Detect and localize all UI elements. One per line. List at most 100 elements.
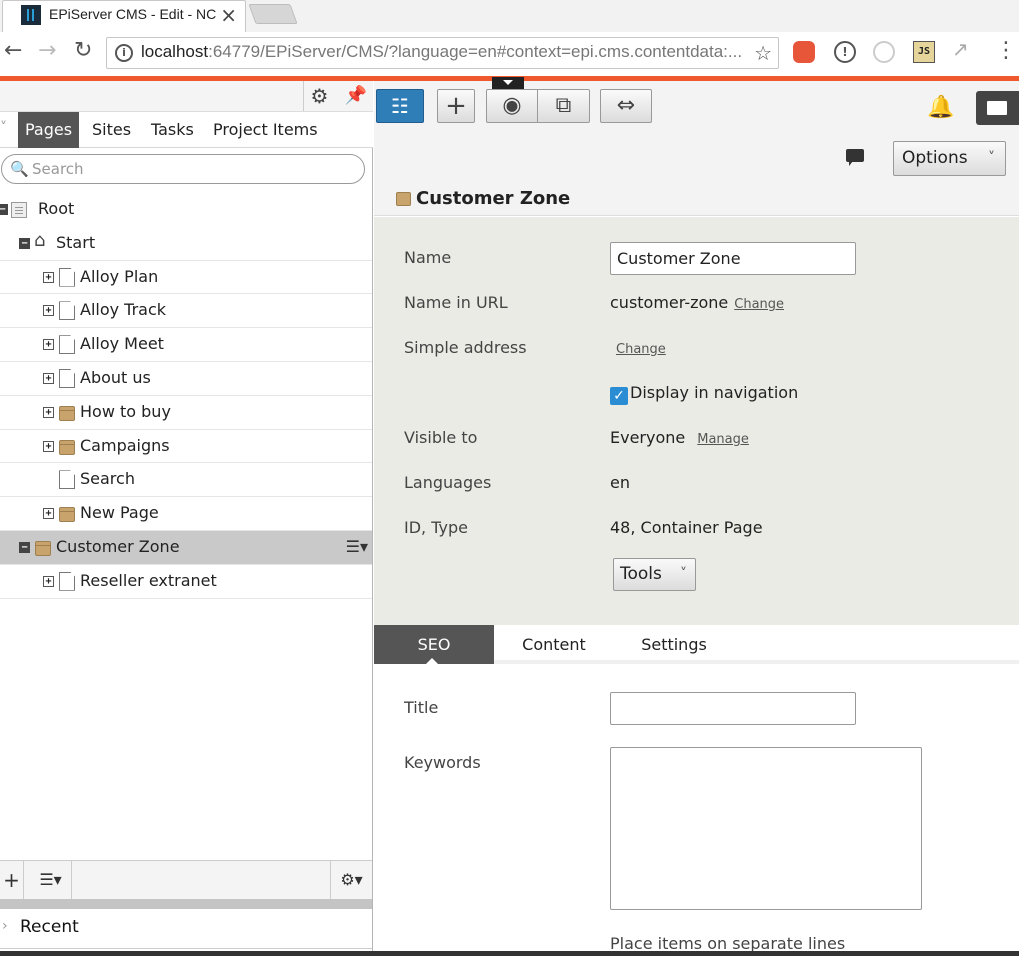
tree-node-alloy-meet[interactable]: + Alloy Meet (0, 328, 372, 362)
assets-folder-button[interactable] (976, 91, 1019, 125)
prop-simple-address: Simple address Change (374, 334, 1019, 364)
manage-access-link[interactable]: Manage (697, 432, 749, 447)
js-extension-icon[interactable]: JS (913, 41, 935, 63)
tab-pages[interactable]: Pages (18, 112, 80, 148)
seo-panel: Title Keywords Place items on separate l… (374, 668, 1019, 956)
alert-extension-icon[interactable]: ! (834, 41, 856, 63)
tree-node-label: New Page (80, 503, 159, 523)
expand-toggle-icon[interactable]: + (43, 440, 54, 452)
collapse-toggle-icon[interactable]: − (0, 204, 8, 215)
display-in-nav-checkbox[interactable]: ✓ (610, 387, 628, 405)
collapse-toggle-icon[interactable]: − (19, 237, 30, 249)
recent-section-header[interactable]: › Recent (0, 909, 372, 949)
browser-tab-title: EPiServer CMS - Edit - NC (49, 6, 217, 22)
tab-tasks[interactable]: Tasks (144, 112, 201, 148)
title-field[interactable] (610, 692, 856, 725)
expand-toggle-icon[interactable]: + (43, 305, 54, 317)
page-icon (59, 267, 75, 287)
back-arrow-icon[interactable]: ← (4, 38, 22, 63)
change-simple-address-link[interactable]: Change (616, 342, 666, 357)
new-tab-button[interactable] (248, 4, 298, 24)
id-type-value: 48, Container Page (610, 518, 763, 537)
reload-icon[interactable]: ↻ (74, 38, 92, 63)
global-menu-toggle[interactable] (492, 77, 524, 89)
forward-arrow-icon[interactable]: → (38, 38, 56, 63)
keywords-field[interactable] (610, 747, 922, 910)
tree-node-search[interactable]: Search (0, 463, 372, 498)
site-info-icon[interactable]: i (115, 44, 133, 62)
compare-button[interactable]: ⇔ (600, 89, 652, 123)
bookmark-star-icon[interactable]: ☆ (754, 41, 772, 65)
tab-sites[interactable]: Sites (85, 112, 138, 148)
address-url[interactable]: localhost:64779/EPiServer/CMS/?language=… (141, 42, 746, 62)
tab-settings[interactable]: Settings (624, 625, 724, 664)
tree-node-root[interactable]: − Root (0, 193, 372, 227)
arrow-extension-icon[interactable]: ↗ (952, 37, 974, 61)
circle-extension-icon[interactable] (873, 41, 895, 63)
expand-toggle-icon[interactable]: + (43, 508, 54, 520)
browser-menu-icon[interactable]: ⋮ (995, 38, 1017, 63)
collapse-toggle-icon[interactable]: − (19, 541, 30, 553)
tab-project-items[interactable]: Project Items (206, 112, 325, 148)
episerver-favicon-icon (21, 5, 41, 25)
expand-toggle-icon[interactable]: + (43, 406, 54, 418)
tree-node-how-to-buy[interactable]: + How to buy (0, 396, 372, 430)
url-rest: :64779/EPiServer/CMS/?language=en#contex… (208, 42, 743, 61)
tree-node-customer-zone[interactable]: − Customer Zone ☰▾ (0, 530, 372, 565)
prop-name-in-url: Name in URL customer-zone Change (374, 289, 1019, 319)
tree-node-reseller-extranet[interactable]: + Reseller extranet (0, 565, 372, 599)
search-icon: 🔍 (10, 160, 29, 178)
tab-content[interactable]: Content (504, 625, 604, 664)
address-bar[interactable]: i localhost:64779/EPiServer/CMS/?languag… (106, 37, 779, 69)
preview-button[interactable]: ⧉ (537, 89, 590, 123)
tree-node-label: How to buy (80, 401, 171, 421)
tree-node-campaigns[interactable]: + Campaigns (0, 430, 372, 464)
tree-node-alloy-plan[interactable]: + Alloy Plan (0, 261, 372, 295)
window-bottom-edge (0, 951, 1019, 956)
display-in-nav-label[interactable]: Display in navigation (630, 383, 798, 402)
editor-header: ☷ + ◉ ⧉ ⇔ 🔔 Options ˅ Customer Zone (374, 77, 1019, 216)
view-mode-button[interactable]: ◉ (486, 89, 538, 123)
expand-toggle-icon[interactable]: + (43, 339, 54, 351)
add-page-button[interactable]: + (0, 861, 24, 899)
add-content-button[interactable]: + (437, 89, 475, 123)
tab-seo[interactable]: SEO (374, 625, 494, 664)
settings-menu-button[interactable]: ⚙▾ (330, 861, 372, 899)
gear-icon[interactable]: ⚙ (303, 81, 335, 111)
container-folder-icon (396, 192, 411, 206)
chevron-right-icon: › (2, 918, 8, 934)
nav-tabs: ˅ Pages Sites Tasks Project Items (0, 112, 373, 148)
tree-node-label: Customer Zone (56, 536, 180, 556)
tab-close-icon[interactable]: × (220, 3, 237, 27)
tools-button[interactable]: Tools ˅ (613, 558, 696, 591)
tree-node-alloy-track[interactable]: + Alloy Track (0, 294, 372, 329)
page-title: Customer Zone (416, 188, 571, 209)
tree-node-label: Start (56, 232, 96, 252)
toggle-tree-button[interactable]: ☷ (376, 89, 424, 123)
page-icon (59, 470, 75, 490)
tree-node-start[interactable]: − ⌂ Start (0, 227, 372, 261)
context-menu-icon[interactable]: ☰▾ (346, 537, 368, 556)
expand-toggle-icon[interactable]: + (43, 271, 54, 283)
name-field[interactable] (610, 242, 856, 275)
pin-icon[interactable]: 📌 (341, 81, 371, 111)
bell-icon[interactable]: 🔔 (927, 95, 954, 120)
browser-tab[interactable]: EPiServer CMS - Edit - NC × (2, 0, 246, 32)
expand-toggle-icon[interactable]: + (43, 575, 54, 587)
chevron-down-icon: ˅ (988, 150, 995, 166)
tree-node-new-page[interactable]: + New Page (0, 497, 372, 531)
search-input[interactable] (32, 158, 352, 180)
page-icon (59, 571, 75, 591)
expand-toggle-icon[interactable]: + (43, 372, 54, 384)
ublock-extension-icon[interactable] (793, 41, 815, 63)
comment-icon[interactable] (846, 149, 864, 166)
list-menu-button[interactable]: ☰▾ (30, 861, 72, 899)
browser-tabstrip: EPiServer CMS - Edit - NC × (0, 0, 1019, 32)
tree-node-label: About us (80, 367, 151, 387)
browser-toolbar: ← → ↻ i localhost:64779/EPiServer/CMS/?l… (0, 32, 1019, 76)
chevron-down-icon[interactable]: ˅ (0, 120, 12, 136)
change-url-link[interactable]: Change (734, 297, 784, 312)
pane-splitter[interactable] (0, 899, 372, 909)
options-button[interactable]: Options ˅ (893, 141, 1006, 176)
tree-node-about-us[interactable]: + About us (0, 362, 372, 396)
